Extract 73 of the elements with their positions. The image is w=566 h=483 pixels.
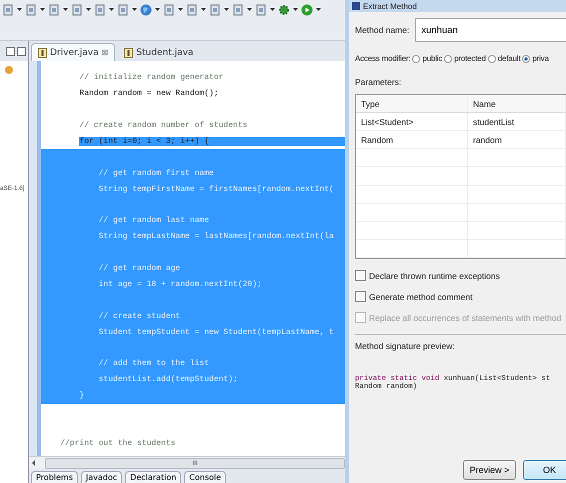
radio-option[interactable]: priva	[522, 54, 549, 63]
section-label: Parameters:	[355, 77, 402, 87]
code-line: // create random number of students	[79, 121, 248, 130]
code-line: // create student	[98, 312, 180, 321]
view-tab[interactable]: Javadoc	[80, 471, 122, 483]
tool-icon[interactable]	[48, 4, 60, 16]
tool-icon[interactable]	[163, 4, 175, 16]
code-line: // initialize random generator	[79, 73, 224, 82]
caret-icon[interactable]	[63, 8, 68, 12]
close-icon[interactable]: ⊠	[102, 48, 108, 57]
view-tab[interactable]: Problems	[31, 471, 78, 483]
minimize-icon[interactable]	[6, 46, 15, 56]
caret-icon[interactable]	[201, 8, 206, 12]
editor-tab[interactable]: Driver.java ⊠	[31, 43, 116, 61]
code-line: // get random age	[98, 264, 180, 274]
maximize-icon[interactable]	[17, 46, 26, 56]
view-tab[interactable]: Console	[184, 471, 226, 483]
code-line: }	[79, 391, 84, 400]
field-label: Access modifier:	[355, 54, 410, 63]
view-tab[interactable]: Declaration	[125, 471, 182, 483]
app-icon	[352, 2, 360, 10]
caret-icon[interactable]	[155, 8, 160, 12]
caret-icon[interactable]	[293, 8, 298, 12]
code-line: // get random first name	[98, 168, 214, 178]
column-header[interactable]: Type	[356, 95, 468, 112]
caret-icon[interactable]	[178, 8, 183, 12]
caret-icon[interactable]	[40, 8, 45, 12]
caret-icon[interactable]	[17, 8, 22, 12]
code-line: String tempLastName = lastNames[random.nextInt(la	[98, 232, 334, 242]
java-file-icon	[38, 48, 47, 58]
tool-icon[interactable]	[117, 4, 129, 16]
radio-option[interactable]: public	[412, 54, 442, 63]
caret-icon[interactable]	[132, 8, 137, 12]
table-cell: Random	[356, 131, 468, 148]
radio-option[interactable]: protected	[444, 54, 486, 63]
method-name-field[interactable]: xunhuan	[415, 18, 566, 42]
caret-icon[interactable]	[109, 8, 114, 12]
caret-icon[interactable]	[316, 8, 321, 12]
code-line: Student tempStudent = new Student(tempLastName, t	[98, 328, 334, 337]
code-line: studentList.add(tempStudent);	[98, 375, 238, 384]
table-cell: List<Student>	[356, 113, 468, 130]
code-line: // get random last name	[98, 216, 210, 226]
field-label: Method name:	[355, 25, 410, 35]
caret-icon[interactable]	[270, 8, 275, 12]
tool-icon[interactable]	[186, 4, 198, 16]
code-line: Random random = new Random();	[79, 89, 219, 98]
code-line: // add them to the list	[98, 359, 210, 368]
tool-icon[interactable]	[209, 4, 221, 16]
table-cell: random	[468, 131, 566, 148]
tool-icon[interactable]	[94, 4, 106, 16]
preview-button[interactable]: Preview >	[463, 460, 516, 480]
tool-icon[interactable]	[232, 4, 244, 16]
tool-icon[interactable]	[25, 4, 37, 16]
code-line: //print out the students	[60, 438, 176, 448]
checkbox-option[interactable]: Generate method comment	[355, 286, 566, 307]
code-line: int age = 18 + random.nextInt(20);	[98, 280, 262, 290]
tool-icon[interactable]	[2, 4, 14, 16]
caret-icon[interactable]	[224, 8, 229, 12]
dialog-title: Extract Method	[363, 2, 417, 10]
code-line: String tempFirstName = firstNames[random.nextInt(	[98, 184, 334, 194]
tool-icon[interactable]	[255, 4, 267, 16]
tool-icon[interactable]	[71, 4, 83, 16]
java-file-icon	[124, 48, 134, 58]
radio-option[interactable]: default	[488, 54, 520, 63]
section-label: Method signature preview:	[355, 341, 456, 351]
caret-icon[interactable]	[247, 8, 252, 12]
gear-icon[interactable]	[278, 4, 290, 16]
column-header[interactable]: Name	[468, 95, 566, 112]
table-cell: studentList	[468, 113, 566, 130]
checkbox-option[interactable]: Declare thrown runtime exceptions	[355, 265, 566, 286]
editor-tab[interactable]: Student.java	[117, 43, 200, 61]
caret-icon[interactable]	[86, 8, 91, 12]
ok-button[interactable]: OK	[523, 460, 566, 480]
